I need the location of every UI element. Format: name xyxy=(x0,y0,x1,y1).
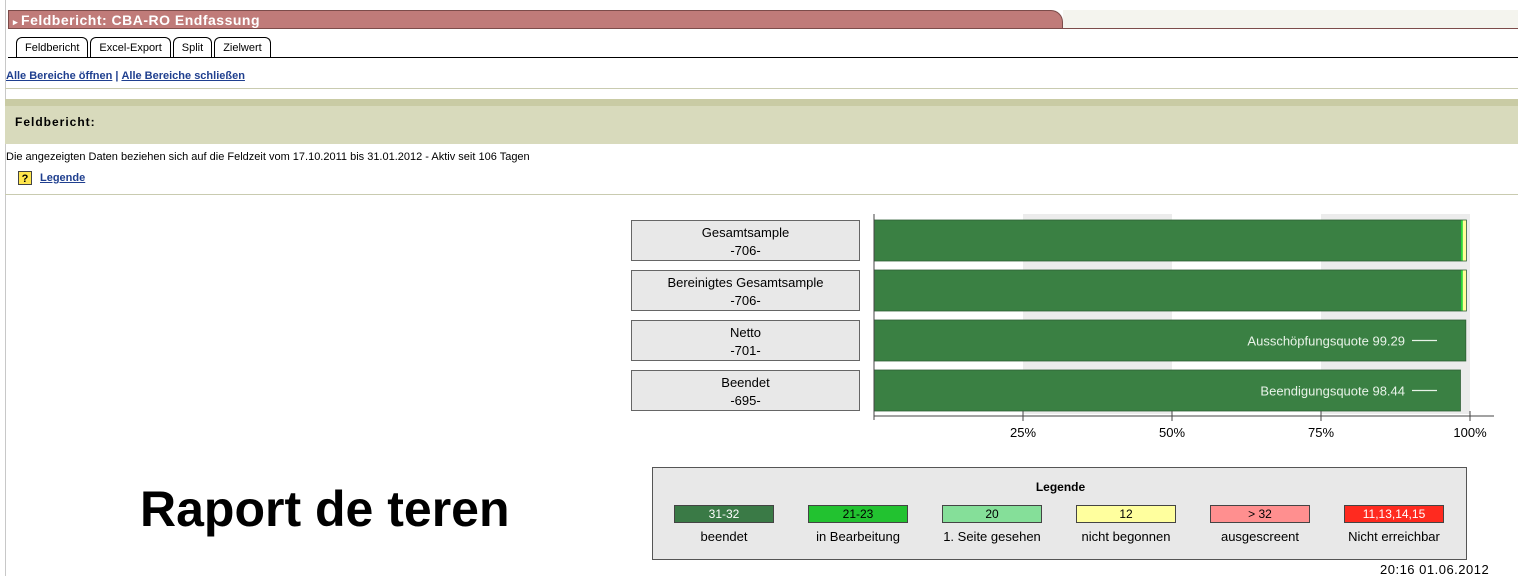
legend-item-nicht-begonnen: 12 nicht begonnen xyxy=(1059,505,1193,544)
report-timestamp: 20:16 01.06.2012 xyxy=(1380,562,1490,577)
legend-box: Legende 31-32 beendet 21-23 in Bearbeitung… xyxy=(652,467,1467,560)
legend-item-seite-gesehen: 20 1. Seite gesehen xyxy=(925,505,1059,544)
legend-item-ausgescreent: > 32 ausgescreent xyxy=(1193,505,1327,544)
x-tick-label: 25% xyxy=(1010,425,1036,440)
legend-label: in Bearbeitung xyxy=(816,529,900,544)
legend-label: 1. Seite gesehen xyxy=(943,529,1041,544)
chart-bar-segment xyxy=(1461,270,1463,311)
legend-swatch: 12 xyxy=(1076,505,1176,523)
legend-label: beendet xyxy=(700,529,748,544)
chart-bar-segment xyxy=(874,270,1462,311)
chart-bar-segment xyxy=(1461,220,1463,261)
legend-title: Legende xyxy=(1035,480,1086,494)
legend-label: ausgescreent xyxy=(1220,529,1300,544)
x-tick-label: 50% xyxy=(1159,425,1185,440)
legend-swatch: 31-32 xyxy=(674,505,774,523)
bar-annotation: Ausschöpfungsquote 99.29 xyxy=(1247,334,1405,349)
x-tick-label: 100% xyxy=(1453,425,1487,440)
legend-label: nicht begonnen xyxy=(1081,529,1171,544)
bar-annotation: Beendigungsquote 98.44 xyxy=(1260,384,1405,399)
chart-bar-segment xyxy=(1462,270,1467,311)
field-report-chart: Ausschöpfungsquote 99.29 Beendigungsquote… xyxy=(873,214,1494,440)
legend-swatch: 21-23 xyxy=(808,505,908,523)
legend-swatch: 20 xyxy=(942,505,1042,523)
page-heading: Raport de teren xyxy=(140,481,510,537)
legend-item-in-bearbeitung: 21-23 in Bearbeitung xyxy=(791,505,925,544)
chart-bar-segment xyxy=(874,220,1462,261)
legend-swatch: > 32 xyxy=(1210,505,1310,523)
legend-item-beendet: 31-32 beendet xyxy=(657,505,791,544)
chart-bar-segment xyxy=(1462,220,1467,261)
legend-item-nicht-erreichbar: 11,13,14,15 Nicht erreichbar xyxy=(1327,505,1461,544)
legend-swatch: 11,13,14,15 xyxy=(1344,505,1444,523)
legend-label: Nicht erreichbar xyxy=(1348,529,1440,544)
x-tick-label: 75% xyxy=(1308,425,1334,440)
